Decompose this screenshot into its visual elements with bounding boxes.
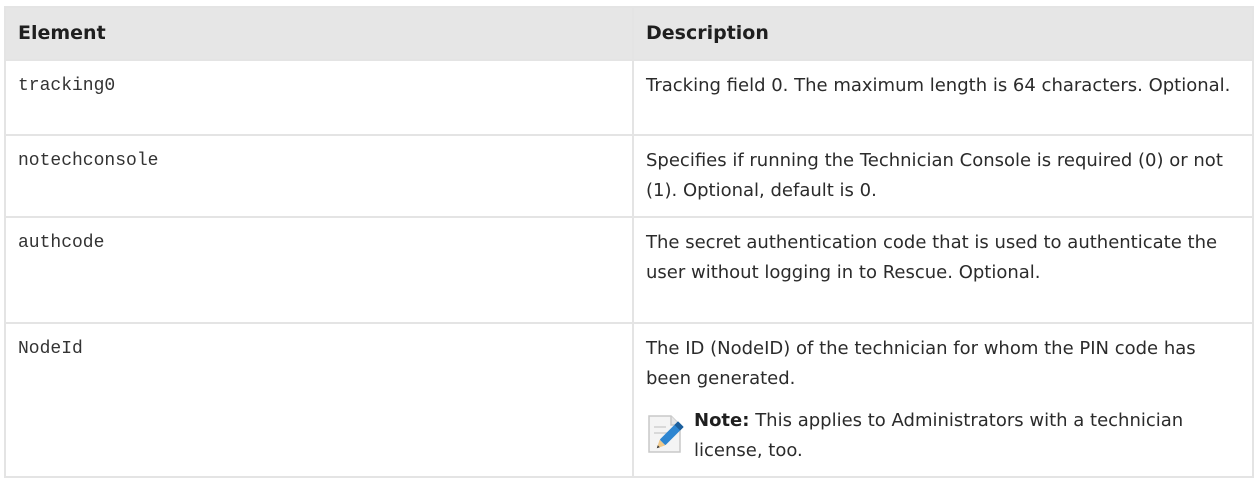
note-pencil-icon (646, 412, 684, 456)
parameter-table: Element Description tracking0 Tracking f… (4, 6, 1254, 478)
note-body: This applies to Administrators with a te… (694, 410, 1184, 461)
element-cell: tracking0 (4, 59, 634, 136)
table-row: tracking0 Tracking field 0. The maximum … (4, 59, 1254, 136)
element-cell: NodeId (4, 322, 634, 478)
element-cell: notechconsole (4, 134, 634, 218)
table-row: NodeId The ID (NodeID) of the technician… (4, 322, 1254, 478)
column-header-description: Description (632, 6, 1254, 61)
parameter-table-container: Element Description tracking0 Tracking f… (0, 0, 1256, 504)
column-header-element: Element (4, 6, 634, 61)
element-cell: authcode (4, 216, 634, 324)
description-cell: The secret authentication code that is u… (632, 216, 1254, 324)
description-cell: Specifies if running the Technician Cons… (632, 134, 1254, 218)
note-text: Note: This applies to Administrators wit… (694, 406, 1238, 466)
note-label: Note: (694, 410, 750, 431)
table-row: notechconsole Specifies if running the T… (4, 134, 1254, 218)
description-text: The ID (NodeID) of the technician for wh… (646, 338, 1196, 389)
description-cell: Tracking field 0. The maximum length is … (632, 59, 1254, 136)
table-header-row: Element Description (4, 6, 1254, 61)
note-callout: Note: This applies to Administrators wit… (646, 406, 1238, 466)
table-row: authcode The secret authentication code … (4, 216, 1254, 324)
description-cell: The ID (NodeID) of the technician for wh… (632, 322, 1254, 478)
